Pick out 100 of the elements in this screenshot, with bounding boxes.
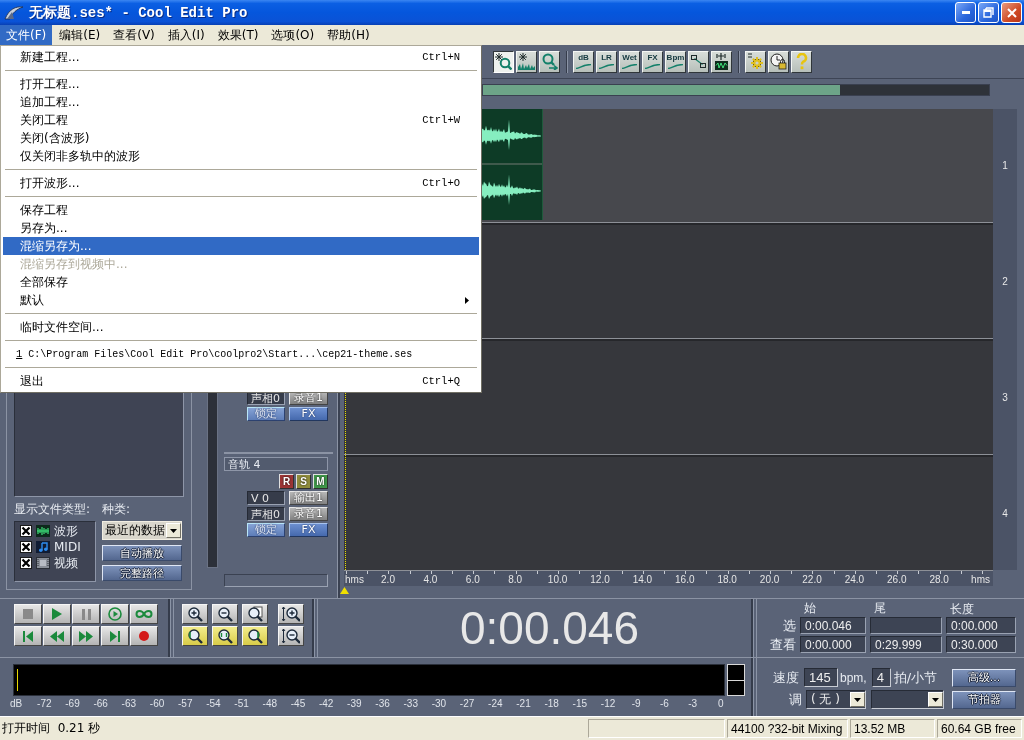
time-field[interactable]: 0:29.999 [870,636,942,653]
column-header: 尾 [873,602,887,615]
close-button[interactable] [1001,2,1022,23]
toolbar-button[interactable]: LR [596,50,617,73]
play-circle-button[interactable] [101,604,129,624]
status-panel: 60.64 GB free [937,719,1022,738]
toolbar-button[interactable]: FX [642,50,663,73]
menu-bar-item[interactable]: 查看(V) [107,25,161,45]
toggle-button[interactable]: R [279,474,294,489]
record-button[interactable] [130,626,158,646]
menu-item[interactable]: 关闭工程 Ctrl+W [3,111,479,129]
menu-bar-item[interactable]: 编辑(E) [53,25,107,45]
menu-item[interactable]: 全部保存 [3,273,479,291]
menu-item[interactable]: 仅关闭非多轨中的波形 [3,147,479,165]
dropdown-arrow-button[interactable] [928,692,943,707]
zoom-out-icon [217,606,233,622]
dropdown[interactable] [871,690,944,709]
toolbar-button[interactable] [493,50,514,73]
scale-label: -69 [64,698,81,709]
skip-back-icon [23,630,33,642]
toolbar-button[interactable]: dB [573,50,594,73]
tempo-field[interactable]: 145 [804,668,838,687]
fast-forward-button[interactable] [72,626,100,646]
time-field[interactable]: 0:00.000 [946,617,1016,634]
menu-item[interactable]: 追加工程... [3,93,479,111]
ruler-label: 22.0 [801,574,823,585]
dropdown-arrow-button[interactable] [166,523,181,538]
menu-bar-item[interactable]: 文件(F) [0,25,53,45]
vertical-zoom-in-icon [282,606,300,622]
film-icon [36,557,50,569]
zoom-selection-button[interactable] [212,626,238,646]
menu-bar-item[interactable]: 效果(T) [211,25,265,45]
checkbox[interactable] [20,557,32,569]
panel-button[interactable]: 完整路径 [102,565,182,581]
rewind-button[interactable] [43,626,71,646]
metronome-button[interactable]: 节拍器 [952,690,1016,709]
toolbar-button[interactable]: Wet [619,50,640,73]
toggle-button[interactable]: S [296,474,311,489]
play-button[interactable] [43,604,71,624]
row-label: 选 [782,617,796,634]
overview-bar[interactable] [482,84,990,96]
scrollbar[interactable] [207,393,218,568]
time-field[interactable] [870,617,942,634]
beats-field[interactable]: 4 [871,668,891,687]
zoom-left-button[interactable] [182,626,208,646]
volume-field[interactable]: V 0 [247,491,285,505]
pan-field[interactable]: 声相0 [247,507,285,521]
zoom-full-button[interactable] [242,604,268,624]
peak-indicator [727,664,745,696]
toggle-button[interactable]: M [313,474,328,489]
vertical-zoom-out-button[interactable] [278,626,304,646]
menu-item[interactable]: 退出 Ctrl+Q [3,372,479,390]
toolbar-button[interactable]: Bpm [665,50,686,73]
gear-icon [747,53,764,70]
menu-item[interactable]: 保存工程 [3,201,479,219]
time-field[interactable]: 0:00.000 [800,636,866,653]
zoom-in-icon [187,606,203,622]
time-field[interactable]: 0:00.046 [800,617,866,634]
menu-item[interactable]: 另存为... [3,219,479,237]
ruler-label: 16.0 [674,574,696,585]
checkbox[interactable] [20,525,32,537]
menu-bar-item[interactable]: 帮助(H) [321,25,376,45]
track-lane[interactable] [344,457,993,570]
menu-item[interactable]: 临时文件空间... [3,318,479,336]
menu-item[interactable]: 默认 [3,291,479,309]
curve-icon [599,64,614,69]
panel-button[interactable]: 自动播放 [102,545,182,561]
minimize-button[interactable] [955,2,976,23]
menu-item[interactable]: 打开工程... [3,75,479,93]
skip-forward-button[interactable] [101,626,129,646]
checkbox[interactable] [20,541,32,553]
advanced-button[interactable]: 高级... [952,668,1016,687]
magnifier-icon [217,628,233,644]
zoom-in-button[interactable] [182,604,208,624]
menu-bar-item[interactable]: 选项(O) [265,25,321,45]
pause-button[interactable] [72,604,100,624]
track-name-field[interactable]: 音轨 4 [224,457,328,471]
skip-back-button[interactable] [14,626,42,646]
restore-button[interactable] [978,2,999,23]
menu-bar-item[interactable]: 插入(I) [161,25,211,45]
menu-item[interactable]: 新建工程... Ctrl+N [3,48,479,66]
vertical-zoom-in-button[interactable] [278,604,304,624]
menu-item[interactable]: 关闭(含波形) [3,129,479,147]
fx-button[interactable]: FX [289,523,328,537]
magnifier-icon [247,628,263,644]
menu-item[interactable]: 混缩另存为... [3,237,479,255]
fx-button[interactable]: FX [289,407,328,421]
key-select[interactable]: ( 无 ) [806,690,866,709]
dropdown-arrow-button[interactable] [850,692,865,707]
submenu-caret-icon [465,296,469,304]
menu-item[interactable]: 1 C:\Program Files\Cool Edit Pro\coolpro2\Start...\cep21-theme.ses [3,345,479,363]
stop-button[interactable] [14,604,42,624]
loop-button[interactable] [130,604,158,624]
scale-label: -30 [430,698,448,709]
time-field[interactable]: 0:30.000 [946,636,1016,653]
zoom-out-button[interactable] [212,604,238,624]
zoom-right-button[interactable] [242,626,268,646]
menu-item[interactable]: 打开波形... Ctrl+O [3,174,479,192]
status-panel: 44100 ?32-bit Mixing [727,719,848,738]
sort-select[interactable]: 最近的数据 [102,521,182,540]
